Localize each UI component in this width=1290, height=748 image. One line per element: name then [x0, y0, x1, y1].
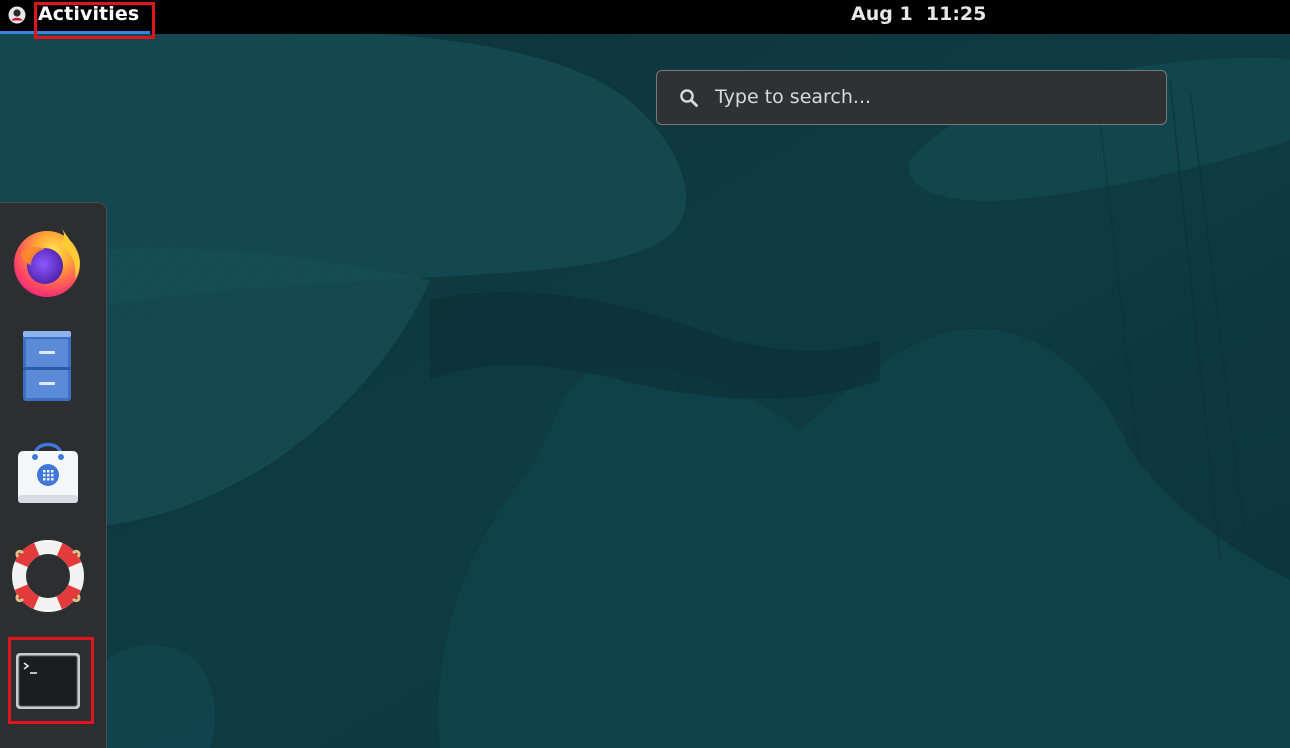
shopping-bag-icon: [18, 442, 78, 503]
dash: [0, 202, 107, 748]
dash-item-software[interactable]: [9, 433, 87, 511]
clock[interactable]: Aug 1 11:25: [851, 1, 986, 27]
dash-item-help[interactable]: [9, 537, 87, 615]
lifebuoy-icon: [12, 540, 84, 612]
search-icon: [680, 89, 698, 107]
firefox-icon: [14, 227, 80, 297]
search-placeholder: Type to search...: [715, 86, 872, 108]
activities-button[interactable]: Activities: [0, 0, 150, 34]
dash-item-terminal[interactable]: [9, 643, 87, 721]
dash-item-files[interactable]: [9, 327, 87, 405]
top-bar: Activities Aug 1 11:25: [0, 0, 1290, 34]
desktop-screen: Activities Aug 1 11:25 Type to search...: [0, 0, 1290, 748]
dash-item-firefox[interactable]: [9, 223, 87, 301]
distro-logo-icon: [8, 6, 26, 24]
file-cabinet-icon: [23, 331, 71, 401]
search-entry[interactable]: Type to search...: [656, 70, 1167, 125]
terminal-icon: [16, 653, 80, 709]
activities-indicator: [0, 31, 150, 34]
activities-label: Activities: [38, 3, 140, 25]
